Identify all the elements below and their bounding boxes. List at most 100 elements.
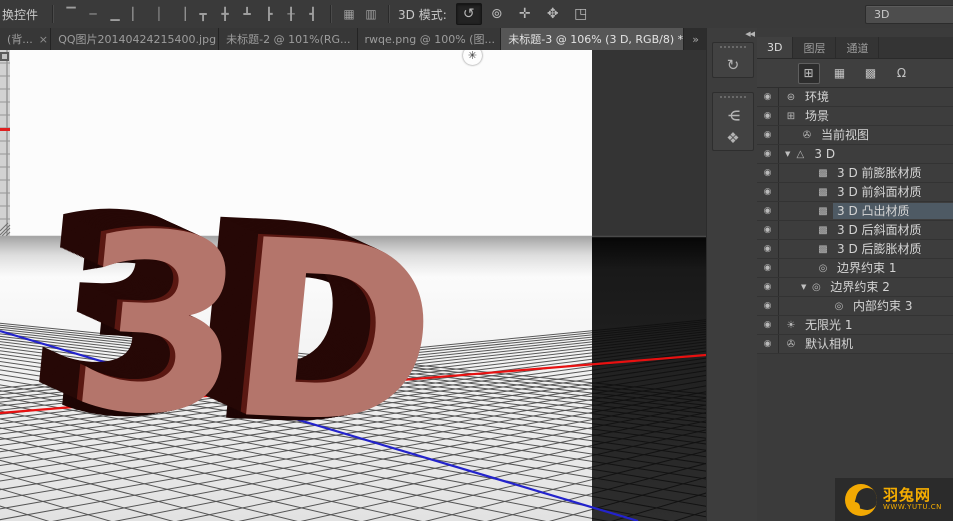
distribute-hcenter-icon[interactable]: ╂ bbox=[280, 5, 302, 23]
dock-grip[interactable] bbox=[720, 96, 746, 100]
document-tab[interactable]: QQ图片20140424215400.jpg× bbox=[51, 28, 220, 50]
scene-tree-label: 边界约束 2 bbox=[830, 280, 890, 294]
material-icon: ▩ bbox=[818, 224, 828, 236]
extruded-3d-text[interactable]: 3D bbox=[60, 180, 437, 480]
align-left-icon[interactable]: ▏ bbox=[126, 5, 148, 23]
drag-3d-icon[interactable]: ✛ bbox=[512, 3, 538, 25]
eye-icon: ◉ bbox=[763, 92, 772, 102]
scene-tree-row[interactable]: ◉ ▼ ◎ 边界约束 2 bbox=[757, 278, 953, 297]
scene-tree-label: 3 D 前斜面材质 bbox=[837, 185, 922, 199]
constraint-icon: ◎ bbox=[834, 300, 844, 312]
document-tab[interactable]: (背... × bbox=[0, 28, 52, 50]
eye-icon: ◉ bbox=[763, 282, 772, 292]
align-bottom-icon[interactable]: ▁ bbox=[104, 5, 126, 23]
document-tab-label: QQ图片20140424215400.jpg bbox=[58, 33, 217, 46]
scene-tree-row[interactable]: ◉ ▼ △ 3 D bbox=[757, 145, 953, 164]
eye-icon: ◉ bbox=[763, 301, 772, 311]
scene-tree-row[interactable]: ◉ ✇ 默认相机 bbox=[757, 335, 953, 354]
scene-tree-row[interactable]: ◉ ▩ 3 D 前斜面材质 bbox=[757, 183, 953, 202]
expander-icon[interactable]: ▼ bbox=[801, 283, 806, 291]
scene-tree-row[interactable]: ◉ ▩ 3 D 凸出材质 bbox=[757, 202, 953, 221]
scene-tree-label: 3 D bbox=[814, 147, 836, 161]
align-vcenter-icon[interactable]: ─ bbox=[82, 5, 104, 23]
distribute-bottom-icon[interactable]: ┻ bbox=[236, 5, 258, 23]
expander-icon[interactable]: ▼ bbox=[785, 150, 790, 158]
document-tab-label: (背... bbox=[7, 33, 33, 46]
eye-icon: ◉ bbox=[763, 206, 772, 216]
roll-3d-icon[interactable]: ⊚ bbox=[484, 3, 510, 25]
visibility-toggle[interactable]: ◉ bbox=[757, 297, 779, 315]
scene-tree-row[interactable]: ◉ ⊜ 环境 bbox=[757, 88, 953, 107]
scene-tree-label: 场景 bbox=[805, 109, 830, 123]
eye-icon: ◉ bbox=[763, 111, 772, 121]
visibility-toggle[interactable]: ◉ bbox=[757, 316, 779, 334]
scene-tree-row[interactable]: ◉ ◎ 边界约束 1 bbox=[757, 259, 953, 278]
align-top-icon[interactable]: ▔ bbox=[60, 5, 82, 23]
panel-tab-图层[interactable]: 图层 bbox=[793, 37, 837, 58]
transform-controls-label: 换控件 bbox=[2, 7, 39, 22]
distribute-vcenter-icon[interactable]: ╋ bbox=[214, 5, 236, 23]
3d-mode-icons-group: ↺ ⊚ ✛ ✥ ◳ bbox=[455, 3, 595, 25]
panel-tab-通道[interactable]: 通道 bbox=[836, 37, 880, 58]
panel-tab-3D[interactable]: 3D bbox=[757, 37, 794, 58]
auto-blend-icon[interactable]: ▥ bbox=[360, 5, 382, 23]
constraint-icon: ◎ bbox=[818, 262, 828, 274]
visibility-toggle[interactable]: ◉ bbox=[757, 126, 779, 144]
scene-tree-row[interactable]: ◉ ⊞ 场景 bbox=[757, 107, 953, 126]
visibility-toggle[interactable]: ◉ bbox=[757, 88, 779, 106]
close-tab-icon[interactable]: × bbox=[39, 33, 48, 46]
visibility-toggle[interactable]: ◉ bbox=[757, 240, 779, 258]
distribute-top-icon[interactable]: ┳ bbox=[192, 5, 214, 23]
visibility-toggle[interactable]: ◉ bbox=[757, 221, 779, 239]
visibility-toggle[interactable]: ◉ bbox=[757, 145, 779, 163]
visibility-toggle[interactable]: ◉ bbox=[757, 259, 779, 277]
scene-tree-row[interactable]: ◉ ☀ 无限光 1 bbox=[757, 316, 953, 335]
tab-overflow-chevron[interactable]: » bbox=[684, 28, 706, 50]
document-tab[interactable]: 未标题-3 @ 106% (3 D, RGB/8) *× bbox=[501, 28, 685, 50]
scene-tree-row[interactable]: ◉ ✇ 当前视图 bbox=[757, 126, 953, 145]
panel-tab-bar: 3D 图层 通道 bbox=[757, 37, 953, 59]
constraint-icon: ◎ bbox=[812, 281, 821, 293]
document-tab[interactable]: rwqe.png @ 100% (图...× bbox=[357, 28, 502, 50]
scene-tree-row[interactable]: ◉ ▩ 3 D 后膨胀材质 bbox=[757, 240, 953, 259]
slide-3d-icon[interactable]: ✥ bbox=[540, 3, 566, 25]
collapse-panels-icon[interactable]: ◀◀ bbox=[745, 30, 755, 38]
eye-icon: ◉ bbox=[763, 130, 772, 140]
materials-filter-icon[interactable]: ▩ bbox=[860, 63, 882, 84]
3d-scene-tree: ◉ ⊜ 环境 ◉ ⊞ 场景 ◉ ✇ 当前视图 ◉ ▼ △ 3 D ◉ ▩ 3 D 前膨胀材质 ◉ ▩ 3 D 前斜面… bbox=[757, 88, 953, 354]
distribute-left-icon[interactable]: ┣ bbox=[258, 5, 280, 23]
auto-align-group: ▦ ▥ bbox=[338, 5, 382, 23]
separator bbox=[52, 5, 55, 23]
lights-filter-icon[interactable]: Ω bbox=[891, 63, 913, 84]
visibility-toggle[interactable]: ◉ bbox=[757, 164, 779, 182]
brushes-icon[interactable]: ❖ bbox=[726, 131, 739, 146]
rotate-3d-icon[interactable]: ↺ bbox=[455, 3, 482, 25]
scene-tree-icon[interactable]: ⊞ bbox=[797, 62, 820, 84]
background-window-sliver bbox=[0, 50, 11, 238]
distribute-right-icon[interactable]: ┫ bbox=[302, 5, 324, 23]
scene-tree-row[interactable]: ◉ ▩ 3 D 前膨胀材质 bbox=[757, 164, 953, 183]
dock-group-2: Ψ ❖ bbox=[712, 92, 754, 151]
document-tab[interactable]: 未标题-2 @ 101%(RG...× bbox=[219, 28, 358, 50]
scale-3d-icon[interactable]: ◳ bbox=[568, 3, 594, 25]
scene-tree-label: 边界约束 1 bbox=[837, 261, 897, 275]
auto-align-icon[interactable]: ▦ bbox=[338, 5, 360, 23]
align-right-icon[interactable]: ▕ bbox=[170, 5, 192, 23]
material-icon: ▩ bbox=[818, 243, 828, 255]
visibility-toggle[interactable]: ◉ bbox=[757, 202, 779, 220]
visibility-toggle[interactable]: ◉ bbox=[757, 278, 779, 296]
meshes-filter-icon[interactable]: ▦ bbox=[829, 63, 851, 84]
visibility-toggle[interactable]: ◉ bbox=[757, 335, 779, 353]
eye-icon: ◉ bbox=[763, 244, 772, 254]
scene-tree-row[interactable]: ◉ ▩ 3 D 后斜面材质 bbox=[757, 221, 953, 240]
visibility-toggle[interactable]: ◉ bbox=[757, 183, 779, 201]
light-icon: ☀ bbox=[786, 319, 796, 331]
scene-tree-row[interactable]: ◉ ◎ 内部约束 3 bbox=[757, 297, 953, 316]
dock-grip[interactable] bbox=[720, 46, 746, 50]
workspace-switcher-button[interactable]: 3D bbox=[865, 5, 953, 24]
tools-icon[interactable]: Ψ bbox=[725, 110, 743, 122]
history-icon[interactable]: ↻ bbox=[727, 58, 740, 73]
align-hcenter-icon[interactable]: │ bbox=[148, 5, 170, 23]
visibility-toggle[interactable]: ◉ bbox=[757, 107, 779, 125]
canvas-3d-viewport[interactable]: 3D ✳ bbox=[0, 50, 706, 521]
